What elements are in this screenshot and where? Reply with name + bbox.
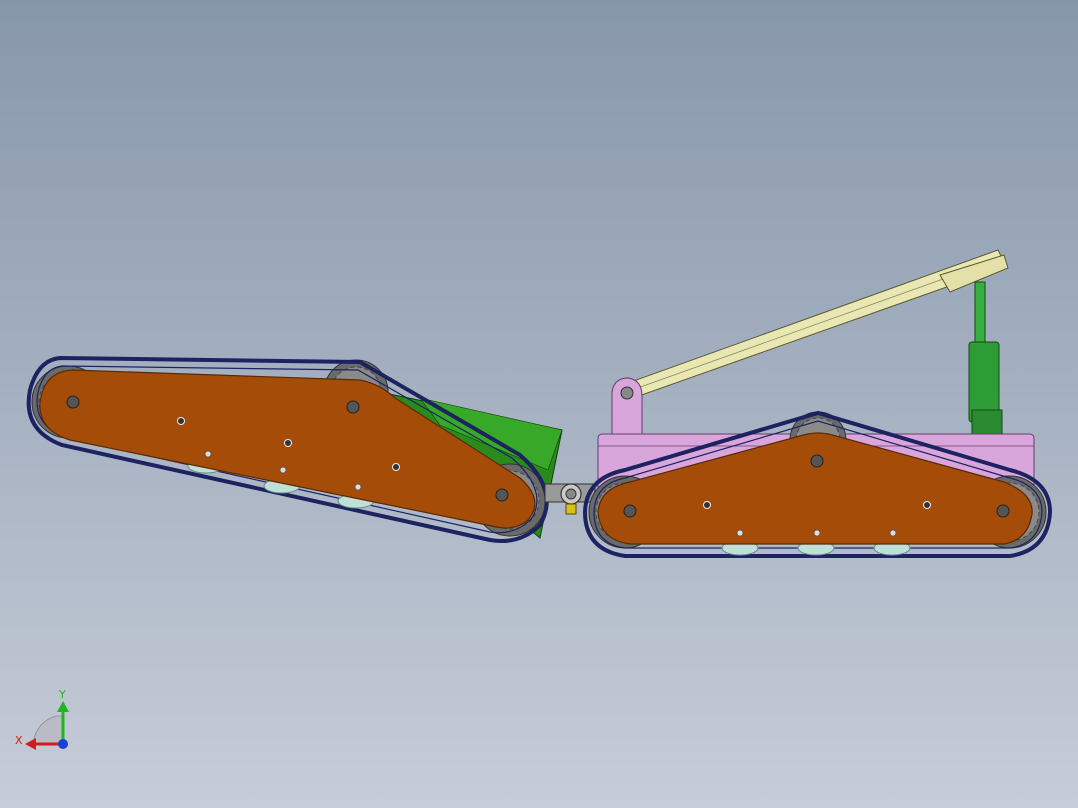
triad-x-label: X — [15, 734, 23, 747]
triad-view-plane-icon — [32, 715, 64, 745]
front-side-plate — [39, 369, 536, 529]
rear-track-module[interactable] — [582, 249, 1053, 558]
front-track-module[interactable] — [26, 355, 563, 543]
tracked-robot-model[interactable]: Y X — [0, 0, 1078, 808]
triad-y-arrowhead-icon — [57, 701, 69, 712]
triad-y-label: Y — [58, 688, 66, 701]
lift-arm[interactable] — [627, 249, 1009, 398]
triad-z-axis-icon — [58, 739, 68, 749]
triad-x-arrowhead-icon — [25, 738, 36, 750]
hydraulic-cylinder[interactable] — [968, 281, 1003, 435]
coordinate-triad[interactable]: Y X — [15, 688, 69, 750]
cad-viewport[interactable]: Y X — [0, 0, 1078, 808]
